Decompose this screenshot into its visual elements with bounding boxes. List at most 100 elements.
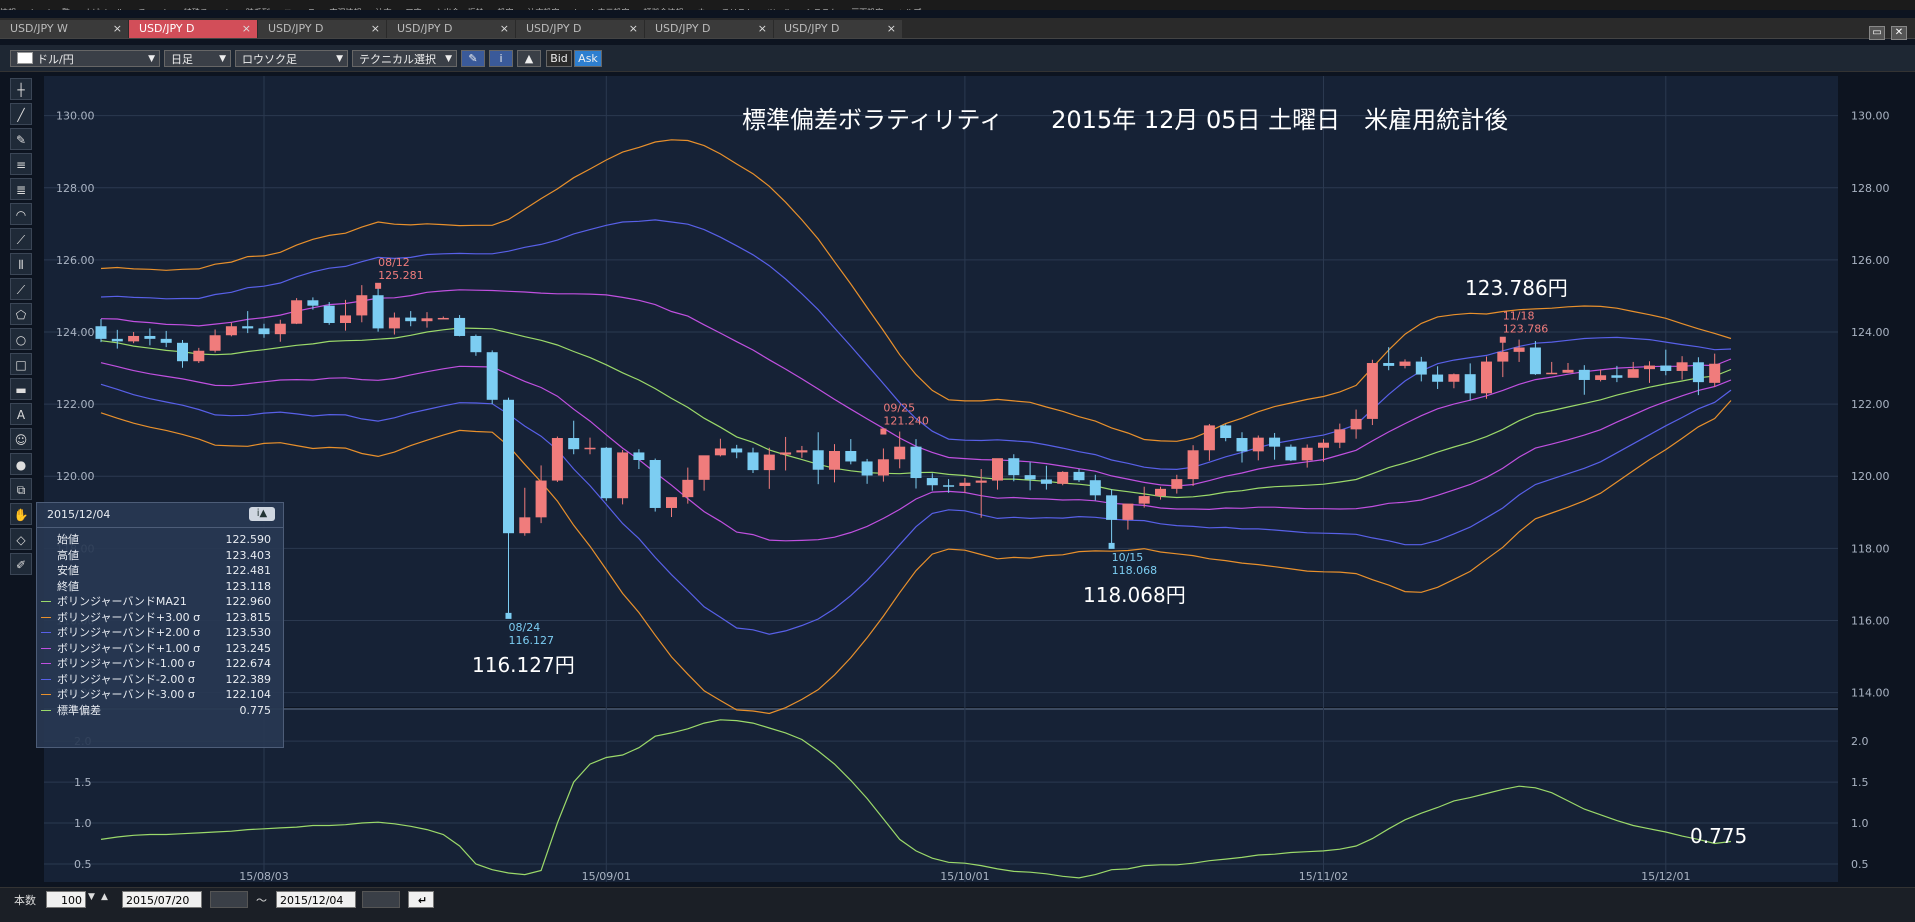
info-row-value: 122.960 <box>225 595 272 608</box>
candle-body <box>356 295 368 316</box>
series-color-swatch <box>41 663 51 664</box>
candle-body <box>95 326 107 339</box>
extreme-date-label: 09/25 <box>883 402 915 415</box>
series-color-swatch <box>41 694 51 695</box>
candle-body <box>1513 347 1525 352</box>
from-time-input[interactable] <box>210 891 248 908</box>
candle-body <box>943 485 955 487</box>
info-row-value: 122.481 <box>225 564 272 577</box>
bar-count-label: 本数 <box>14 894 36 907</box>
bar-count-input[interactable]: 100 <box>46 891 86 908</box>
count-up-icon[interactable]: ▲ <box>101 892 108 902</box>
candle-body <box>1203 425 1215 451</box>
candle-body <box>1448 374 1460 382</box>
info-row: ボリンジャーバンド-2.00 σ 122.389 <box>37 672 283 688</box>
info-panel-toggle-button[interactable]: i▲ <box>249 507 275 521</box>
to-time-input[interactable] <box>362 891 400 908</box>
candle-body <box>193 350 205 362</box>
info-row-label: 始値 <box>57 533 79 546</box>
candle-body <box>894 446 906 460</box>
candle-body <box>829 450 840 470</box>
extreme-marker <box>1108 542 1115 549</box>
candle-body <box>1676 362 1688 371</box>
candle-body <box>1709 363 1721 383</box>
info-row-label: ボリンジャーバンド-3.00 σ <box>57 688 195 701</box>
info-row-label: ボリンジャーバンドMA21 <box>57 595 187 608</box>
candle-body <box>926 478 938 486</box>
candle-body <box>1627 369 1639 378</box>
series-color-swatch <box>41 539 51 540</box>
candle-body <box>1464 374 1476 394</box>
candle-body <box>470 335 482 353</box>
sub-tick-right: 0.5 <box>1851 858 1869 871</box>
data-info-panel: 2015/12/04 i▲ 始値 122.590 高値 123.403 安値 122.481… <box>36 502 284 748</box>
candle-body <box>584 447 596 450</box>
date-tick: 15/12/01 <box>1641 870 1690 883</box>
candle-body <box>551 438 563 481</box>
info-row: 高値 123.403 <box>37 548 283 564</box>
extreme-marker <box>1499 336 1506 343</box>
candle-body <box>763 454 775 471</box>
date-tick: 15/11/02 <box>1299 870 1348 883</box>
chart-title: 標準偏差ボラティリティ 2015年 12月 05日 土曜日 米雇用統計後 <box>742 106 1508 134</box>
extreme-marker <box>880 428 887 435</box>
info-row-value: 122.674 <box>225 657 272 670</box>
candle-body <box>307 300 319 306</box>
candle-body <box>1269 437 1281 447</box>
info-row-label: ボリンジャーバンド-1.00 σ <box>57 657 195 670</box>
extreme-price-label: 123.786 <box>1503 323 1549 336</box>
candle-body <box>519 517 531 534</box>
from-date-input[interactable]: 2015/07/20 <box>122 891 202 908</box>
candle-body <box>454 317 466 336</box>
candle-body <box>780 452 792 455</box>
price-tick-right: 130.00 <box>1851 110 1890 123</box>
candle-body <box>372 295 384 329</box>
info-row-value: 122.590 <box>225 533 272 546</box>
candle-body <box>128 335 140 342</box>
info-row-value: 123.815 <box>225 610 272 624</box>
to-date-input[interactable]: 2015/12/04 <box>276 891 356 908</box>
candle-body <box>1415 361 1427 375</box>
candle-body <box>421 318 433 322</box>
candle-body <box>975 480 987 483</box>
candle-body <box>291 300 303 324</box>
sub-tick-left: 0.5 <box>74 858 92 871</box>
candle-body <box>845 450 857 462</box>
candle-body <box>1073 471 1085 481</box>
candle-body <box>1138 496 1150 504</box>
info-row: 安値 122.481 <box>37 563 283 579</box>
info-row: 標準偏差 0.775 <box>37 703 283 719</box>
count-down-icon[interactable]: ▼ <box>88 892 95 902</box>
info-row: ボリンジャーバンド-3.00 σ 122.104 <box>37 687 283 703</box>
candle-body <box>1285 446 1297 461</box>
date-tick: 15/10/01 <box>940 870 989 883</box>
main-plot-area <box>44 76 1838 707</box>
candle-body <box>405 317 417 322</box>
sub-tick-right: 1.0 <box>1851 817 1869 830</box>
apply-range-button[interactable]: ↵ <box>408 891 434 908</box>
price-tick-right: 118.00 <box>1851 542 1890 555</box>
date-tick: 15/08/03 <box>239 870 288 883</box>
price-tick-right: 124.00 <box>1851 326 1890 339</box>
candle-body <box>1529 347 1541 375</box>
candle-body <box>568 438 580 450</box>
bottom-bar: 本数 100 ▼ ▲ 2015/07/20 〜 2015/12/04 ↵ <box>0 887 1915 922</box>
candle-body <box>812 450 824 470</box>
price-tick-right: 120.00 <box>1851 470 1890 483</box>
candle-body <box>1318 442 1329 448</box>
info-row-value: 0.775 <box>239 703 272 717</box>
info-row-label: ボリンジャーバンド+1.00 σ <box>57 641 201 655</box>
candle-body <box>1089 480 1101 496</box>
price-tick-right: 126.00 <box>1851 254 1890 267</box>
price-tick-left: 128.00 <box>56 182 95 195</box>
price-tick-right: 122.00 <box>1851 398 1890 411</box>
extreme-marker <box>375 282 382 289</box>
info-row-value: 122.104 <box>225 688 272 701</box>
info-row-label: 安値 <box>57 564 79 577</box>
candle-body <box>1497 351 1509 362</box>
candle-body <box>1171 479 1183 489</box>
info-row: ボリンジャーバンド+3.00 σ 123.815 <box>37 610 283 626</box>
candle-body <box>959 482 971 486</box>
series-color-swatch <box>41 570 51 571</box>
extreme-date-label: 08/12 <box>378 256 410 269</box>
